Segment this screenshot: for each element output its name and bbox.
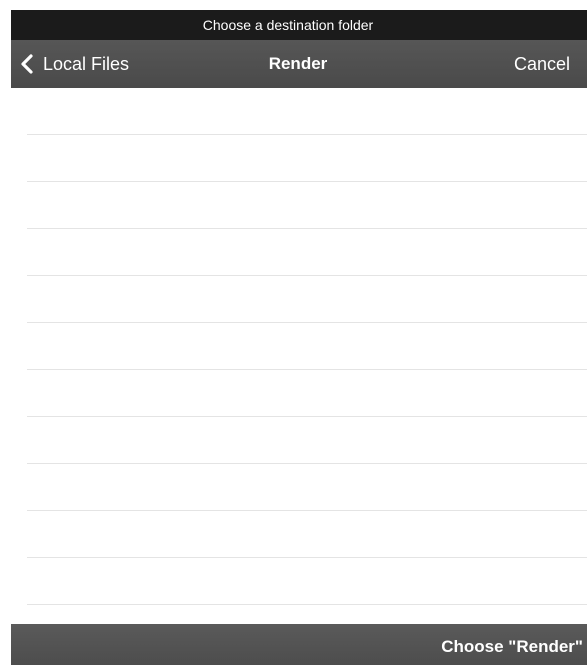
back-label: Local Files bbox=[43, 53, 130, 74]
left-gutter bbox=[0, 0, 11, 665]
list-item bbox=[27, 276, 587, 323]
back-button[interactable]: Local Files bbox=[19, 40, 129, 88]
chevron-left-icon bbox=[19, 54, 37, 74]
folder-picker-panel: Choose a destination folder Local Files … bbox=[11, 10, 587, 665]
page: Choose a destination folder Local Files … bbox=[0, 0, 587, 665]
choose-folder-button[interactable]: Choose "Render" bbox=[441, 624, 583, 665]
folder-list bbox=[11, 88, 587, 605]
list-item bbox=[27, 417, 587, 464]
list-item bbox=[27, 135, 587, 182]
list-item bbox=[27, 182, 587, 229]
list-item bbox=[27, 511, 587, 558]
list-item bbox=[27, 323, 587, 370]
list-item bbox=[27, 370, 587, 417]
folder-title: Render bbox=[268, 54, 328, 73]
list-item bbox=[27, 229, 587, 276]
navigation-bar: Local Files Render Cancel bbox=[11, 40, 587, 88]
list-item bbox=[27, 88, 587, 135]
prompt-title: Choose a destination folder bbox=[202, 17, 374, 33]
list-item bbox=[27, 464, 587, 511]
list-item bbox=[27, 558, 587, 605]
bottom-toolbar: Choose "Render" bbox=[11, 624, 587, 665]
prompt-bar: Choose a destination folder bbox=[11, 10, 587, 40]
cancel-button[interactable]: Cancel bbox=[514, 40, 570, 88]
